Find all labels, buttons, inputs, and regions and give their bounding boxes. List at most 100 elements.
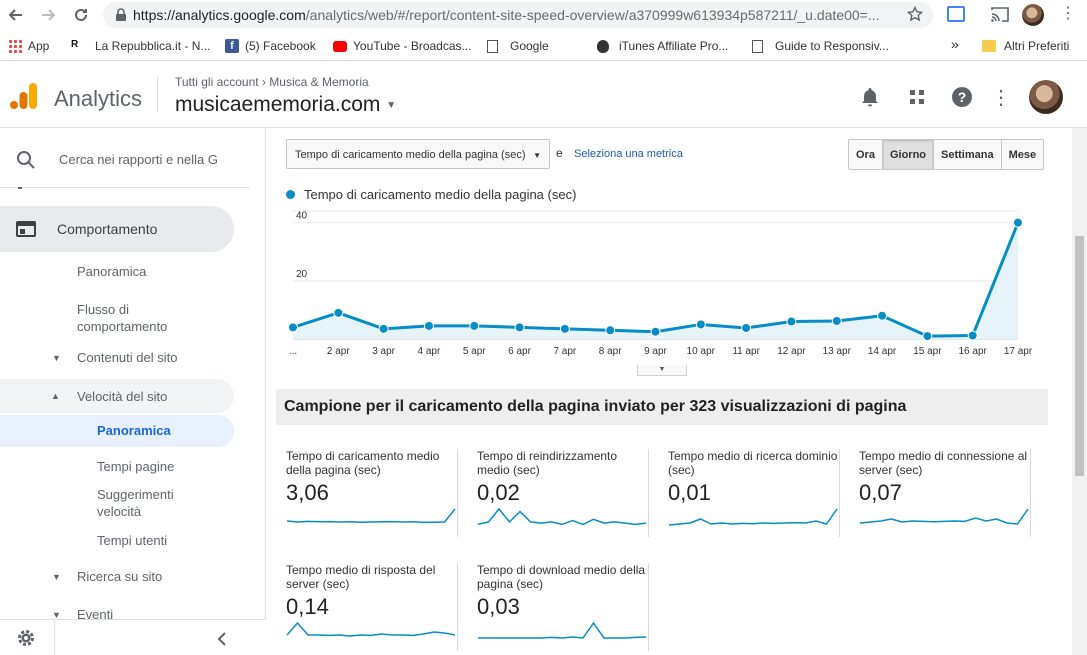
sidebar-item-velocita-panoramica[interactable]: Panoramica [0,415,234,447]
x-tick-label: 15 apr [913,346,942,357]
sidebar-item-panoramica[interactable]: Panoramica [77,263,146,280]
period-button-mese[interactable]: Mese [1001,140,1044,169]
bookmarks-bar: App R La Repubblica.it - N... f (5) Face… [0,31,1087,61]
scorecard-value: 0,07 [859,480,902,505]
sidebar-item-flusso[interactable]: Flusso di comportamento [77,301,207,335]
bookmark-label: Altri Preferiti [1004,39,1070,53]
gear-icon[interactable] [16,628,36,648]
vertical-scrollbar[interactable] [1072,128,1087,655]
scorecard-title: Tempo medio di ricerca dominio (sec) [668,449,838,477]
sidebar-item-tempi-utenti[interactable]: Tempi utenti [97,532,167,549]
scorecard-value: 0,02 [477,480,520,505]
legend-dot [286,190,295,199]
star-icon[interactable] [906,5,924,27]
expand-triangle-icon[interactable]: ▼ [52,572,61,582]
cast-icon[interactable] [991,7,1009,27]
breadcrumb[interactable]: Tutti gli account › Musica & Memoria [175,75,369,89]
scorecard[interactable]: Tempo di caricamento medio della pagina … [276,449,458,537]
line-chart: 20 40... 2 apr 3 apr 4 apr 5 apr 6 apr 7 apr 8 a… [288,210,1033,357]
scorecard-value: 0,14 [286,594,329,619]
data-point [559,323,570,334]
scorecard[interactable]: Tempo medio di connessione al server (se… [849,449,1031,537]
data-point [650,326,661,337]
bookmark-label: Google [510,39,549,53]
facebook-icon: f [225,39,239,53]
search-input[interactable]: Cerca nei rapporti e nella G [59,152,218,167]
x-tick-label: 12 apr [777,346,806,357]
bookmark-itunes[interactable]: iTunes Affiliate Pro... [597,39,728,53]
scorecard[interactable]: Tempo medio di ricerca dominio (sec) 0,01 [658,449,840,537]
sidebar-item-tempi-pagine[interactable]: Tempi pagine [97,458,174,475]
sidebar-section-comportamento[interactable]: Comportamento [0,206,234,252]
bookmark-repubblica[interactable]: R La Repubblica.it - N... [71,39,210,53]
bookmark-facebook[interactable]: f (5) Facebook [225,39,316,53]
scorecard[interactable]: Tempo medio di risposta del server (sec)… [276,563,458,651]
bookmark-label: iTunes Affiliate Pro... [619,39,729,53]
url-path: /analytics/web/#/report/content-site-spe… [305,7,880,23]
back-arrow-icon[interactable] [5,4,27,26]
scorecard-value: 3,06 [286,480,329,505]
sidebar-search[interactable]: Cerca nei rapporti e nella G [0,128,250,188]
sidebar-item-ricerca[interactable]: Ricerca su sito [77,568,162,585]
caret-down-icon: ▼ [386,100,397,111]
data-point [967,330,978,341]
period-button-giorno[interactable]: Giorno [882,140,935,169]
x-tick-label: 4 apr [418,346,441,357]
bookmark-label: YouTube - Broadcas... [353,39,472,53]
x-tick-label: 5 apr [463,346,486,357]
bookmark-responsive[interactable]: Guide to Responsiv... [752,39,889,53]
scorecard-title: Tempo medio di risposta del server (sec) [286,563,436,591]
bookmark-label: (5) Facebook [245,39,316,53]
select-metric-link[interactable]: Seleziona una metrica [574,148,683,160]
scrollbar-thumb[interactable] [1075,236,1084,476]
extension-icon[interactable] [947,6,965,22]
period-toggle: Ora Giorno Settimana Mese [848,139,1045,170]
more-vert-icon[interactable]: ⋮ [990,86,1012,109]
scorecard[interactable]: Tempo di reindirizzamento medio (sec) 0,0… [467,449,649,537]
bookmark-youtube[interactable]: YouTube - Broadcas... [333,39,472,53]
breadcrumb-account[interactable]: Musica & Memoria [269,75,368,89]
profile-avatar[interactable] [1022,4,1044,26]
url-field[interactable]: https://analytics.google.com/analytics/w… [103,2,933,28]
scorecard-sparkline [668,508,838,526]
breadcrumb-root[interactable]: Tutti gli account [175,75,259,89]
forward-arrow-icon[interactable] [37,4,59,26]
sparkline-path [286,621,456,637]
data-point [1013,217,1023,228]
bell-icon[interactable] [859,86,881,108]
metric-dropdown[interactable]: Tempo di caricamento medio della pagina … [286,139,550,169]
bookmark-other[interactable]: Altri Preferiti [982,39,1069,53]
collapse-triangle-icon[interactable]: ▲ [51,391,60,401]
apps-icon[interactable] [906,86,928,108]
bookmark-apps[interactable]: App [8,39,49,53]
chevron-left-icon[interactable] [217,632,227,646]
x-tick-label: 9 apr [644,346,667,357]
period-button-settimana[interactable]: Settimana [934,140,1002,169]
bookmarks-overflow[interactable]: » [951,36,959,52]
sparkline-path [477,507,647,526]
browser-menu-icon[interactable]: ⋮ [1060,6,1076,22]
sidebar-item-contenuti[interactable]: Contenuti del sito [77,349,177,366]
data-point [695,319,706,330]
report-content: Tempo di caricamento medio della pagina … [266,128,1072,655]
data-point [333,307,344,318]
sparkline-path [478,621,647,639]
scorecard[interactable]: Tempo di download medio della pagina (se… [467,563,649,651]
x-tick-label: 6 apr [508,346,531,357]
chart-legend: Tempo di caricamento medio della pagina … [286,187,576,202]
chart-collapse-toggle[interactable]: ▼ [637,365,687,376]
user-avatar[interactable] [1029,80,1063,114]
bookmark-google[interactable]: Google [487,39,549,53]
reload-icon[interactable] [70,4,92,26]
period-button-ora[interactable]: Ora [849,140,883,169]
help-icon[interactable]: ? [951,86,973,108]
sidebar-item-velocita[interactable]: Velocità del sito [77,388,167,405]
property-selector[interactable]: musicaememoria.com ▼ [175,93,396,117]
data-point [378,323,389,334]
scorecard-title: Tempo medio di connessione al server (se… [859,449,1028,477]
expand-triangle-icon[interactable]: ▼ [52,353,61,363]
sidebar-item-suggerimenti[interactable]: Suggerimenti velocità [97,486,207,520]
repubblica-icon: R [71,39,79,50]
scorecard-sparkline [859,508,1029,525]
url-host: https://analytics.google.com [133,7,306,23]
